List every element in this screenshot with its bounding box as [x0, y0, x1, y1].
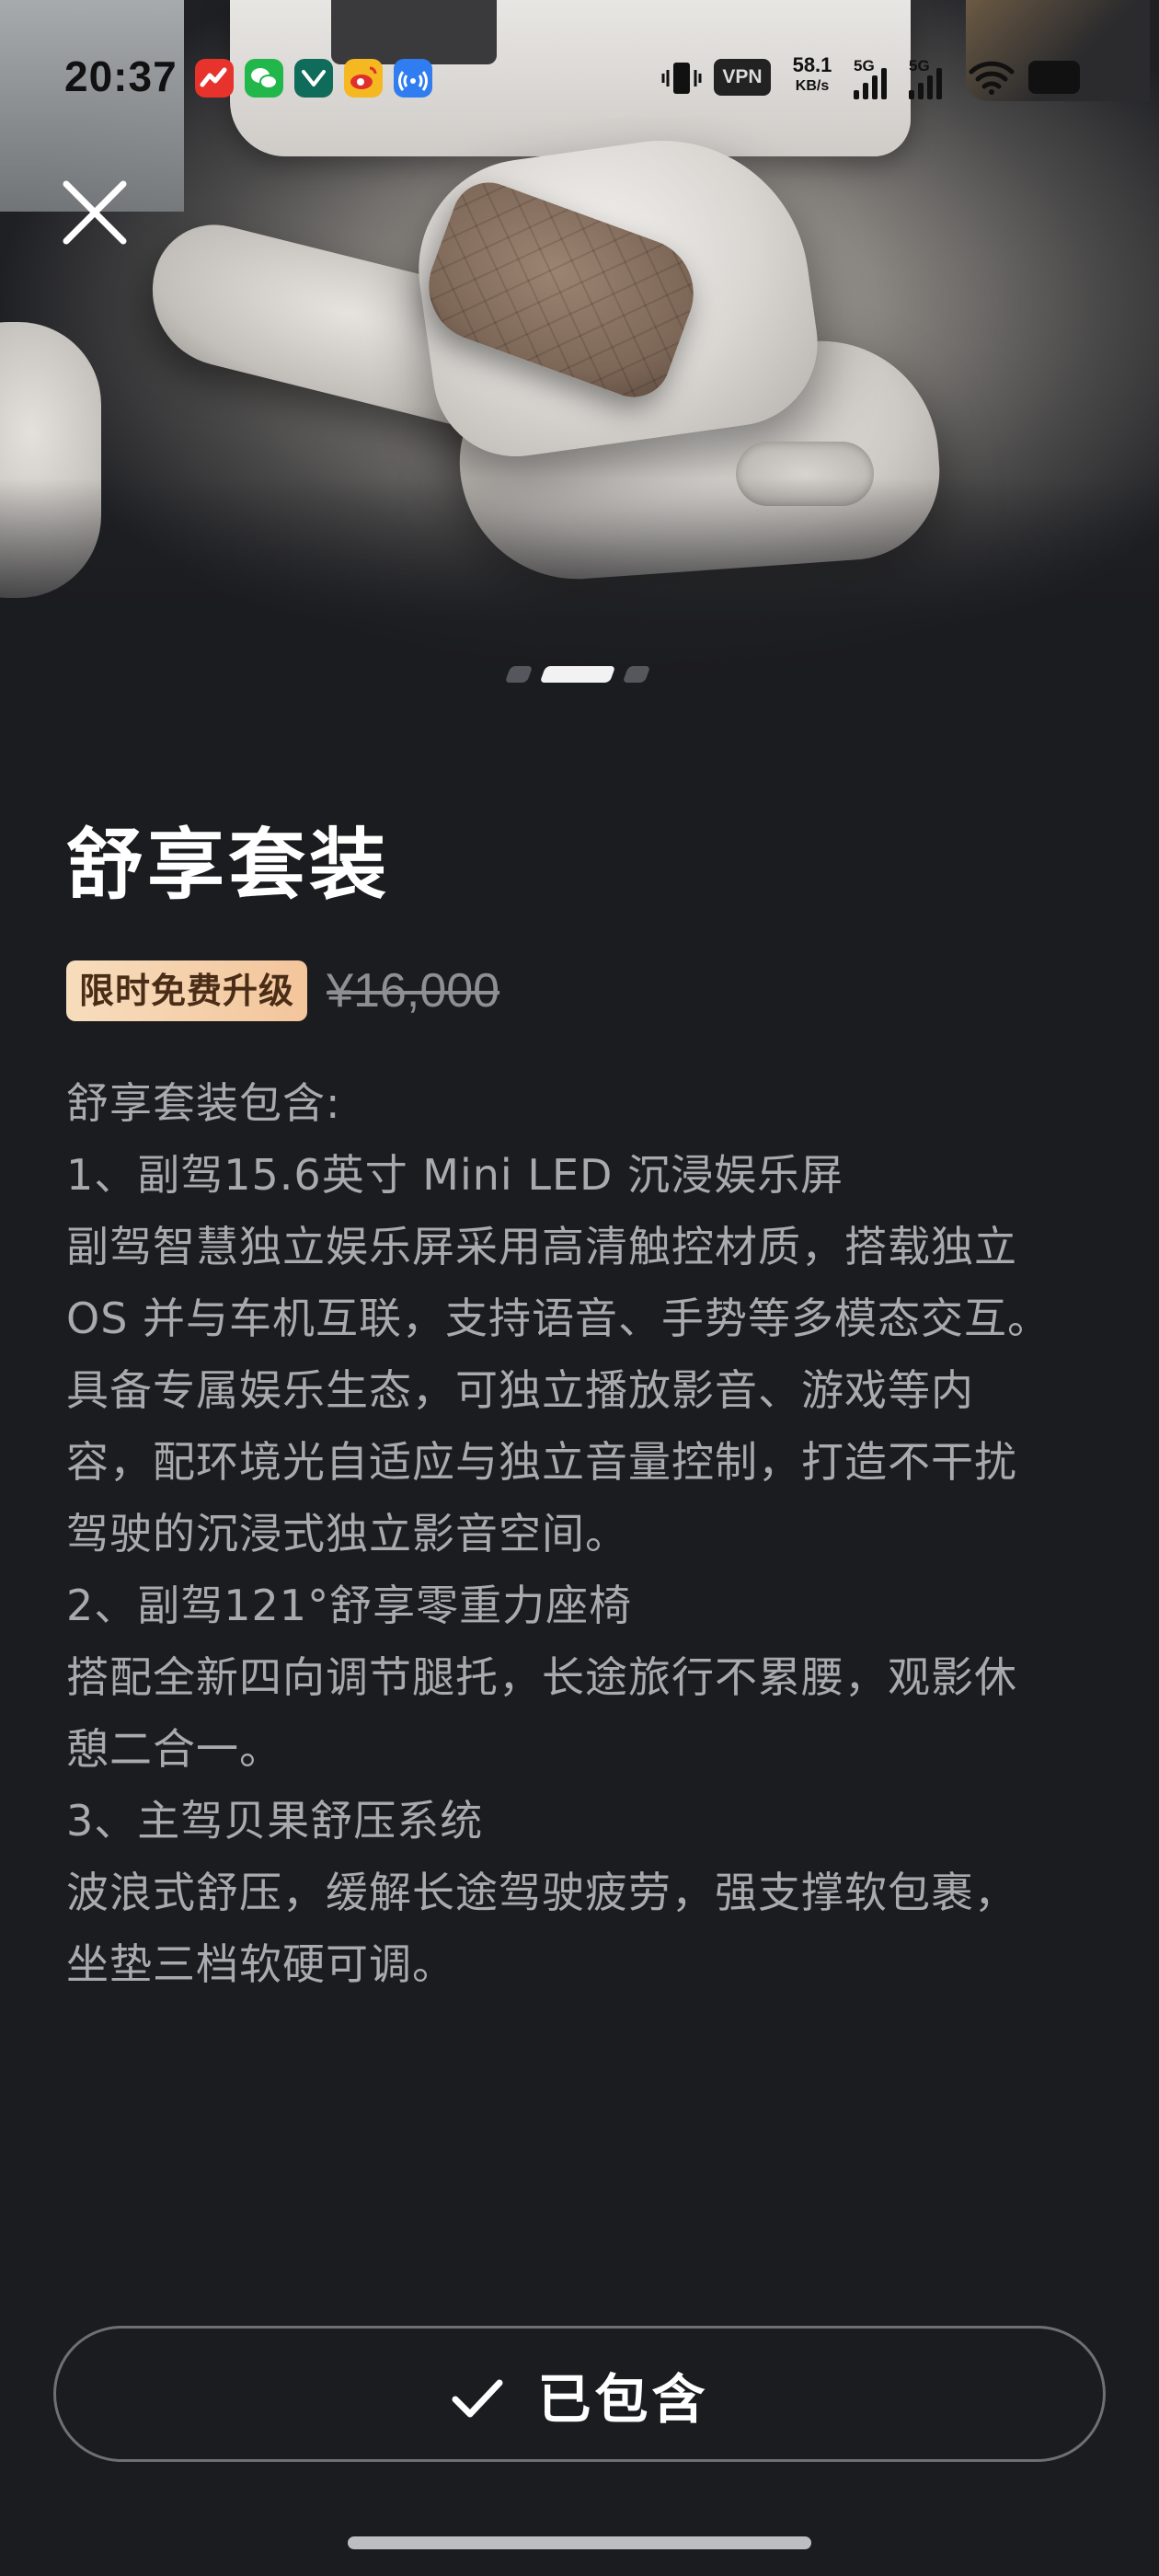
home-indicator[interactable] — [348, 2536, 811, 2549]
signal-1-icon — [854, 66, 889, 99]
description-line: 搭配全新四向调节腿托，长途旅行不累腰，观影休 — [66, 1652, 1017, 1702]
status-time: 20:37 — [64, 52, 178, 100]
carousel-pager — [0, 664, 1159, 686]
included-label: 已包含 — [537, 2367, 709, 2431]
wechat-icon — [245, 59, 283, 98]
broadcast-icon — [394, 59, 432, 98]
description-line: 坐垫三档软硬可调。 — [66, 1939, 455, 1989]
signal-2-icon — [909, 66, 944, 99]
price-row: 限时免费升级 ¥16,000 — [66, 960, 499, 1025]
description-line: 1、副驾15.6英寸 Mini LED 沉浸娱乐屏 — [66, 1150, 844, 1200]
pager-dot[interactable] — [622, 666, 651, 683]
wifi-icon — [968, 59, 1016, 96]
network-speed: 58.1 KB/s — [784, 55, 841, 94]
package-details: 舒享套装 限时免费升级 ¥16,000 舒享套装包含: 1、副驾15.6英寸 M… — [66, 810, 1096, 1989]
weibo-icon — [344, 59, 383, 98]
original-price: ¥16,000 — [327, 964, 500, 1018]
stock-app-icon — [195, 59, 234, 98]
description-line: 波浪式舒压，缓解长途驾驶疲劳，强支撑软包裹， — [66, 1868, 1017, 1917]
description-line: 2、副驾121°舒享零重力座椅 — [66, 1581, 633, 1630]
pager-dot[interactable] — [504, 666, 534, 683]
description-line: OS 并与车机互联，支持语音、手势等多模态交互。 — [66, 1294, 1051, 1343]
vibrate-icon — [660, 57, 703, 99]
network-speed-unit: KB/s — [795, 78, 830, 94]
vpn-badge: VPN — [714, 59, 771, 96]
description-line: 3、主驾贝果舒压系统 — [66, 1796, 484, 1846]
hero-fade — [0, 478, 1159, 736]
battery-icon — [1028, 61, 1080, 94]
promo-badge: 限时免费升级 — [66, 960, 308, 1021]
description-line: 副驾智慧独立娱乐屏采用高清触控材质，搭载独立 — [66, 1222, 1017, 1271]
description-line: 容，配环境光自适应与独立音量控制，打造不干扰 — [66, 1437, 1017, 1487]
pager-dot-active[interactable] — [539, 666, 616, 683]
network-speed-value: 58.1 — [792, 53, 832, 76]
package-title: 舒享套装 — [66, 820, 391, 910]
close-icon — [63, 180, 127, 245]
description-line: 具备专属娱乐生态，可独立播放影音、游戏等内 — [66, 1365, 974, 1415]
close-button[interactable] — [57, 175, 136, 254]
included-button[interactable]: 已包含 — [53, 2326, 1106, 2462]
status-bar: 20:37 VPN 58.1 KB/s 5G 5G — [0, 0, 1159, 156]
checkmark-icon — [452, 2379, 503, 2417]
description-line: 驾驶的沉浸式独立影音空间。 — [66, 1509, 628, 1558]
mail-app-icon — [294, 59, 333, 98]
description-line: 舒享套装包含: — [66, 1078, 341, 1128]
package-description: 舒享套装包含: 1、副驾15.6英寸 Mini LED 沉浸娱乐屏 副驾智慧独立… — [66, 1067, 1096, 2000]
description-line: 憩二合一。 — [66, 1724, 282, 1774]
